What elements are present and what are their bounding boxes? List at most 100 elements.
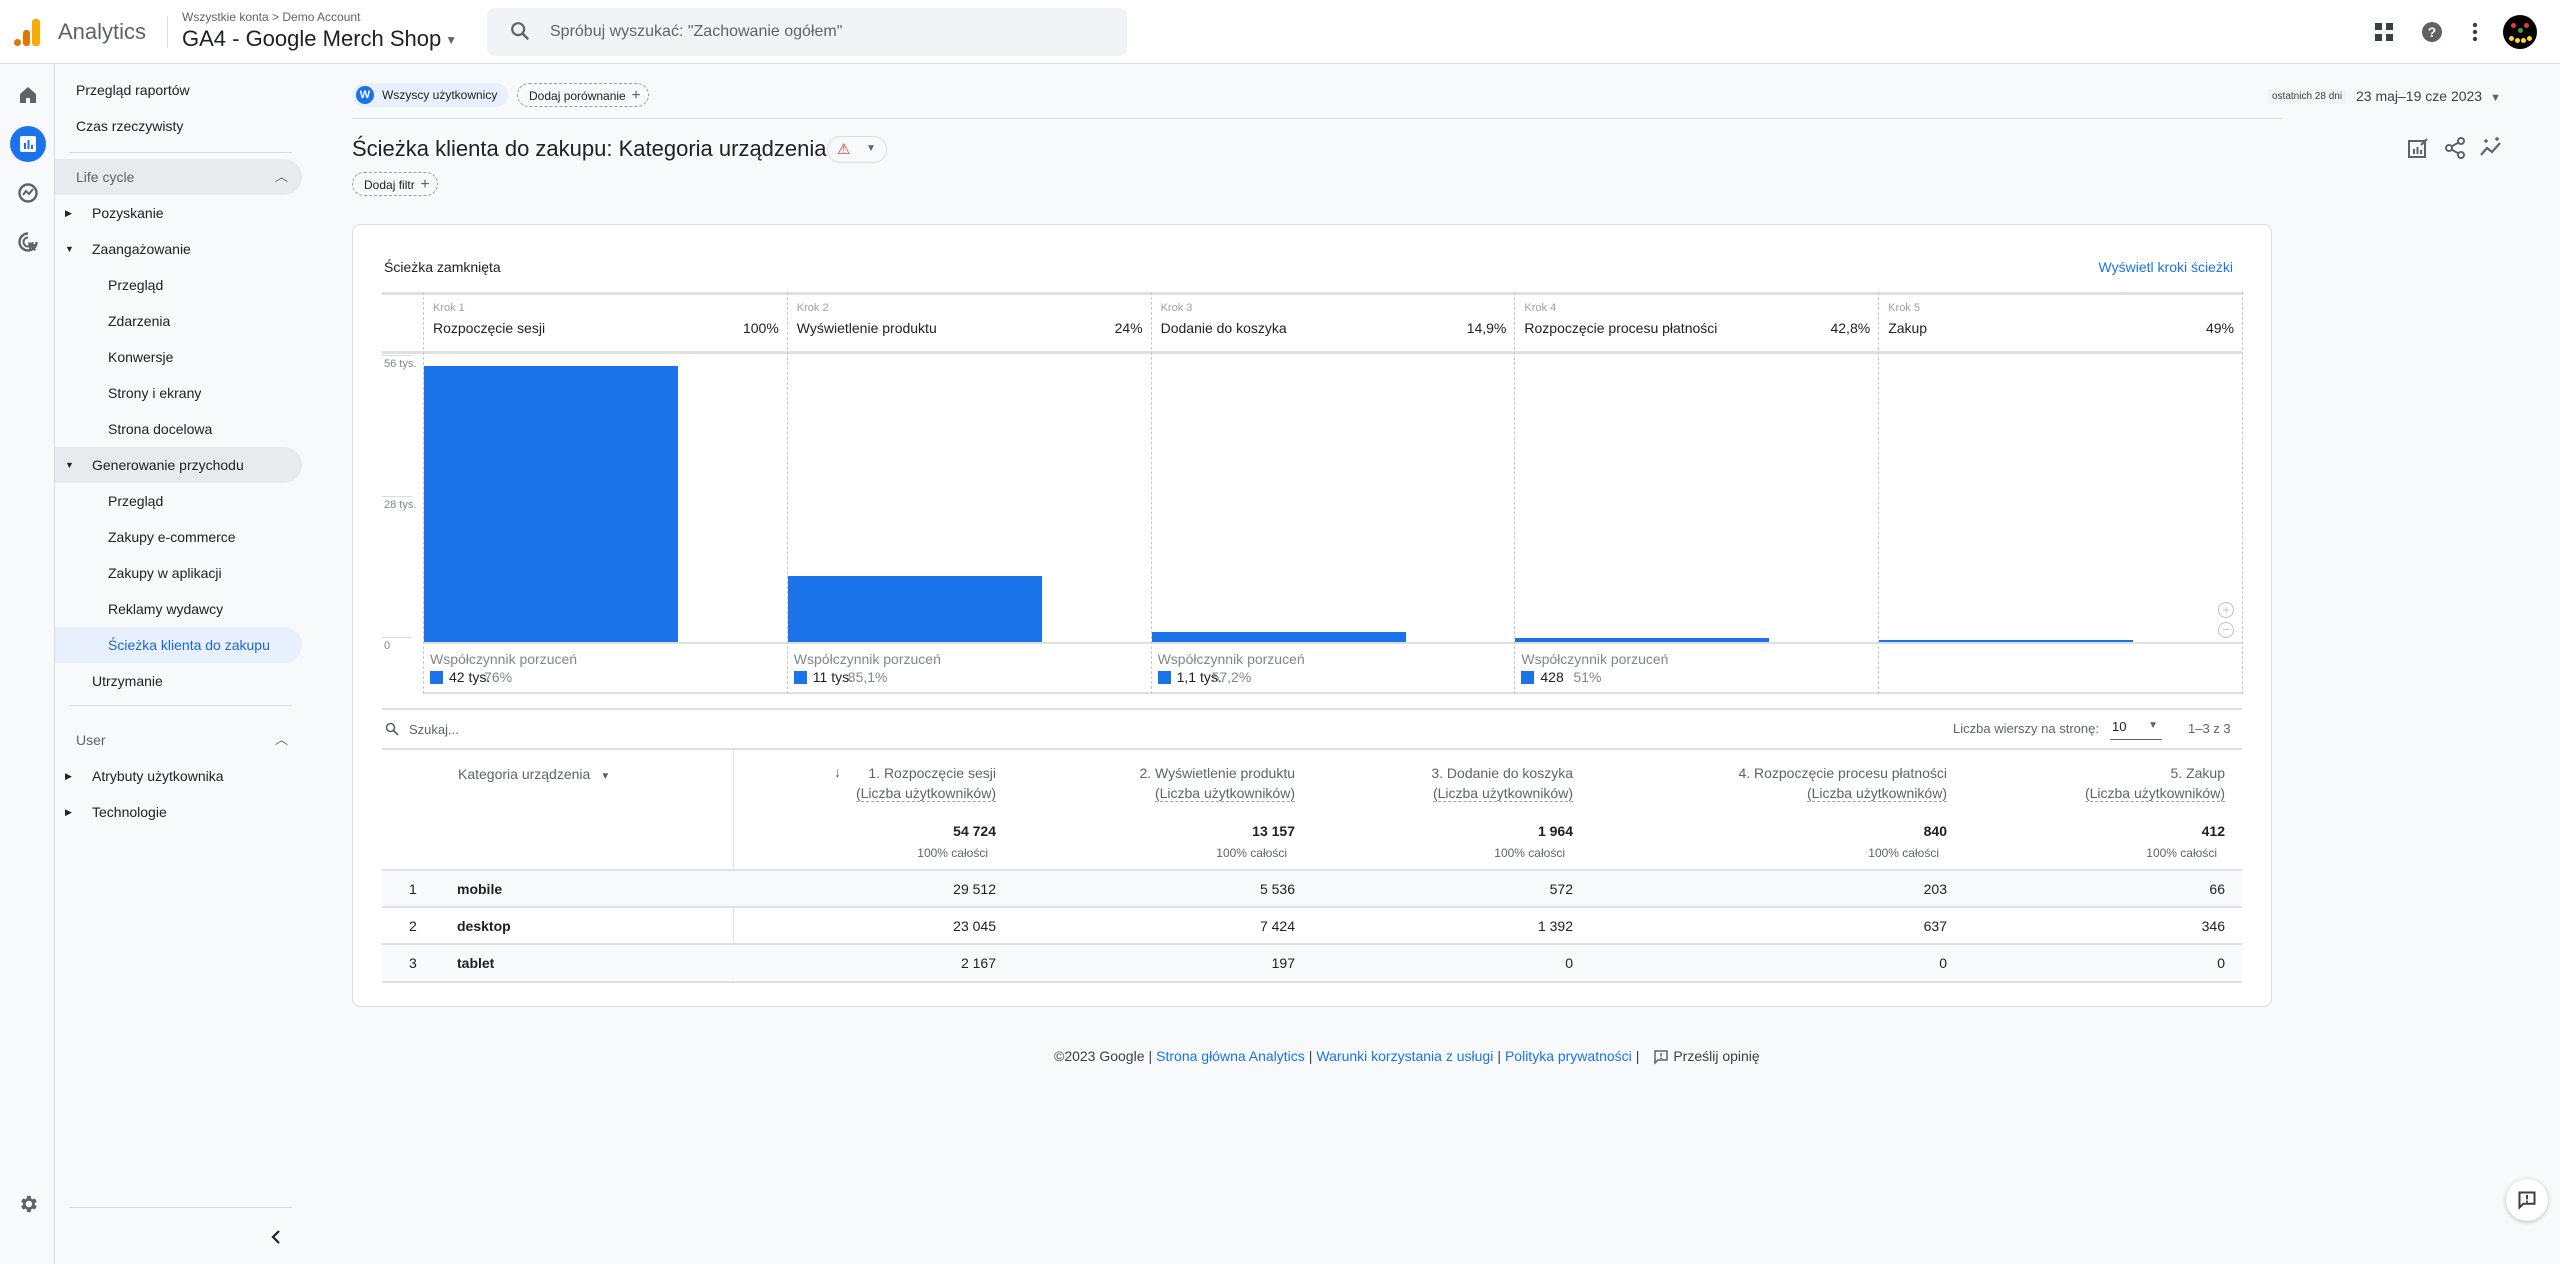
step-number: Krok 4 [1524, 302, 1557, 314]
table-search-input[interactable]: Szukaj... [385, 722, 459, 739]
sidebar-item-events[interactable]: Zdarzenia [55, 303, 302, 339]
column-total: 13 157 [1252, 823, 1295, 839]
send-feedback-link[interactable]: Prześlij opinię [1653, 1048, 1760, 1066]
abandonment-count: 428 [1540, 669, 1564, 685]
rows-per-page-select[interactable]: 10 ▼ [2110, 716, 2162, 740]
search-icon [511, 22, 530, 41]
abandonment-rate: 51% [1573, 669, 1602, 685]
help-icon[interactable]: ? [2418, 18, 2446, 46]
analytics-logo[interactable] [14, 18, 42, 46]
chevron-left-icon [271, 1230, 280, 1244]
column-header[interactable]: 4. Rozpoczęcie procesu płatności (Liczba … [1738, 763, 1947, 803]
terms-link[interactable]: Warunki korzystania z usługi [1316, 1048, 1493, 1064]
customize-report-icon[interactable] [2404, 134, 2432, 162]
sidebar-item-pages-screens[interactable]: Strony i ekrany [55, 375, 302, 411]
sidebar-item-purchase-journey[interactable]: Ścieżka klienta do zakupu [55, 627, 302, 663]
sidebar-item-retention[interactable]: Utrzymanie [55, 663, 302, 699]
explore-icon[interactable] [10, 175, 46, 211]
sidebar-item-realtime[interactable]: Czas rzeczywisty [55, 108, 302, 144]
table-row[interactable]: 1 mobile 29 512 5 536 572 203 66 [382, 869, 2242, 906]
sidebar-item-label: Reklamy wydawcy [108, 601, 224, 617]
sidebar-item-landing-page[interactable]: Strona docelowa [55, 411, 302, 447]
analytics-home-link[interactable]: Strona główna Analytics [1156, 1048, 1305, 1064]
column-total-pct: 100% całości [917, 846, 988, 860]
column-metric: (Liczba użytkowników) [2084, 785, 2225, 802]
settings-icon[interactable] [10, 1186, 46, 1222]
table-row[interactable]: 2 desktop 23 045 7 424 1 392 637 346 [382, 906, 2242, 943]
sidebar-item-label: Strona docelowa [108, 421, 213, 437]
zoom-out-icon[interactable]: − [2218, 622, 2234, 638]
row-index: 2 [409, 918, 417, 934]
share-icon[interactable] [2441, 134, 2469, 162]
copyright: ©2023 Google [1054, 1048, 1145, 1064]
column-header[interactable]: 2. Wyświetlenie produktu (Liczba użytkown… [1139, 763, 1295, 803]
apps-grid-icon[interactable] [2370, 18, 2398, 46]
column-title: 4. Rozpoczęcie procesu płatności [1738, 765, 1947, 781]
sidebar-item-acquisition[interactable]: ▶ Pozyskanie [55, 195, 302, 231]
add-filter-button[interactable]: Dodaj filtr + [352, 172, 438, 196]
column-header[interactable]: 1. Rozpoczęcie sesji (Liczba użytkowników… [855, 763, 996, 803]
sidebar-item-label: Czas rzeczywisty [76, 118, 184, 134]
avatar[interactable] [2503, 15, 2537, 49]
step-completion-rate: 49% [2205, 320, 2234, 336]
caret-down-icon: ▼ [2490, 92, 2501, 104]
sidebar-item-ecommerce-purchases[interactable]: Zakupy e-commerce [55, 519, 302, 555]
row-cell: 203 [1923, 881, 1947, 897]
collapse-sidebar-button[interactable] [266, 1227, 286, 1247]
add-comparison-button[interactable]: Dodaj porównanie + [517, 83, 649, 107]
sidebar-item-user-attributes[interactable]: ▶ Atrybuty użytkownika [55, 758, 302, 794]
funnel-bar[interactable] [787, 575, 1042, 642]
row-cell: 1 392 [1537, 918, 1573, 934]
sidebar-item-tech[interactable]: ▶ Technologie [55, 794, 302, 830]
sort-descending-icon[interactable]: ↓ [834, 764, 841, 780]
column-header[interactable]: 5. Zakup (Liczba użytkowników) [2084, 763, 2225, 803]
date-preset-badge: ostatnich 28 dni [2268, 89, 2347, 104]
funnel-bar[interactable] [1515, 637, 1770, 642]
home-icon[interactable] [10, 77, 46, 113]
funnel-bar[interactable] [1151, 632, 1406, 642]
sidebar-section-life-cycle[interactable]: Life cycle ︿ [55, 159, 302, 195]
sidebar-item-publisher-ads[interactable]: Reklamy wydawcy [55, 591, 302, 627]
zoom-in-icon[interactable]: + [2218, 602, 2234, 618]
rows-per-page-label: Liczba wierszy na stronę: [1953, 721, 2099, 736]
sidebar-item-in-app-purchases[interactable]: Zakupy w aplikacji [55, 555, 302, 591]
row-cell: 0 [1939, 955, 1947, 971]
sidebar-item-monetization[interactable]: ▼ Generowanie przychodu [55, 447, 302, 483]
sidebar-item-conversions[interactable]: Konwersje [55, 339, 302, 375]
column-total: 412 [2201, 823, 2225, 839]
step-number: Krok 3 [1160, 302, 1193, 314]
privacy-link[interactable]: Polityka prywatności [1505, 1048, 1632, 1064]
search-input[interactable]: Spróbuj wyszukać: "Zachowanie ogółem" [487, 8, 1127, 56]
caret-down-icon: ▼ [445, 33, 458, 48]
abandonment-rate: 76% [484, 669, 513, 685]
table-row[interactable]: 3 tablet 2 167 197 0 0 0 [382, 943, 2242, 980]
sidebar-item-monetization-overview[interactable]: Przegląd [55, 483, 302, 519]
property-selector[interactable]: GA4 - Google Merch Shop ▼ [182, 26, 457, 52]
advertising-icon[interactable] [10, 224, 46, 260]
more-vert-icon[interactable] [2461, 18, 2489, 46]
search-placeholder: Spróbuj wyszukać: "Zachowanie ogółem" [550, 23, 843, 40]
sidebar-item-engagement-overview[interactable]: Przegląd [55, 267, 302, 303]
segment-chip[interactable]: W Wszyscy użytkownicy [352, 83, 509, 107]
data-quality-dropdown[interactable]: ⚠ ▼ [827, 136, 887, 163]
insights-icon[interactable] [2477, 134, 2505, 162]
funnel-bar[interactable] [424, 366, 678, 642]
breadcrumb[interactable]: Wszystkie konta > Demo Account [182, 10, 360, 24]
column-metric: (Liczba użytkowników) [1154, 785, 1295, 802]
date-range-picker[interactable]: 23 maj–19 cze 2023 ▼ [2356, 88, 2501, 104]
funnel-bar[interactable] [1879, 639, 2134, 642]
sidebar-item-label: Przegląd [108, 493, 164, 509]
column-metric: (Liczba użytkowników) [1432, 785, 1573, 802]
funnel-chart: + − 56 tys. 28 tys. 0 Krok 1 Rozpoczęcie ses… [382, 292, 2243, 694]
sidebar-item-engagement[interactable]: ▼ Zaangażowanie [55, 231, 302, 267]
row-dimension: desktop [457, 918, 511, 934]
dimension-header[interactable]: Kategoria urządzenia ▼ [458, 766, 610, 782]
sidebar-section-user[interactable]: User ︿ [55, 722, 302, 758]
sidebar-item-reports-overview[interactable]: Przegląd raportów [55, 72, 302, 108]
funnel-bottom-line [423, 692, 2242, 694]
feedback-button[interactable] [2506, 1179, 2548, 1221]
column-header[interactable]: 3. Dodanie do koszyka (Liczba użytkownikó… [1431, 763, 1573, 803]
reports-icon[interactable] [10, 126, 46, 162]
view-funnel-steps-link[interactable]: Wyświetl kroki ścieżki [2099, 259, 2233, 275]
abandonment-swatch [430, 671, 443, 684]
